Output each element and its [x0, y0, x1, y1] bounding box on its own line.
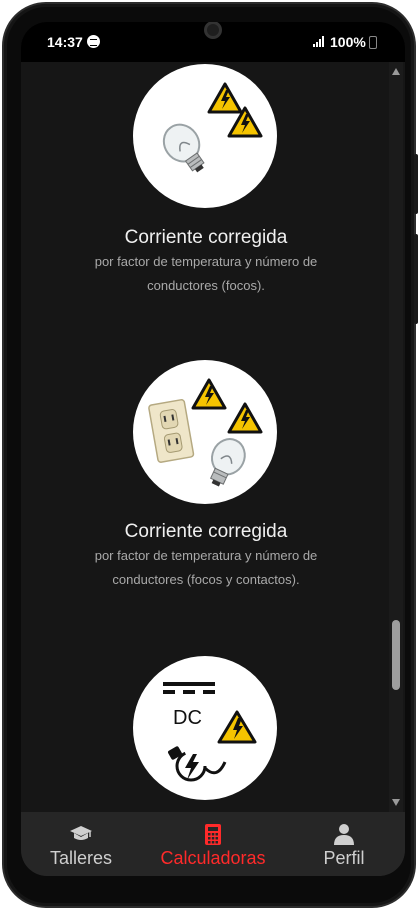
- power-button: [414, 234, 418, 324]
- graduation-cap-icon: [70, 826, 92, 840]
- battery-percent: 100%: [330, 34, 366, 50]
- card-title: Corriente corregida: [124, 227, 288, 248]
- card-corriente-focos[interactable]: Corriente corregida por factor de temper…: [21, 62, 391, 312]
- bottom-tab-bar: Talleres Calculadoras Perfil: [21, 812, 405, 876]
- user-icon: [334, 824, 354, 845]
- dc-power-warning-icon: DC: [163, 682, 257, 782]
- card-title: Corriente corregida: [124, 521, 288, 542]
- calculator-icon: [205, 824, 221, 845]
- dc-label: DC: [173, 707, 202, 729]
- outlet-lightbulb-warning-icon: [148, 378, 263, 487]
- scroll-up-arrow-icon[interactable]: [392, 68, 400, 75]
- scrollbar[interactable]: [389, 62, 403, 812]
- scroll-thumb[interactable]: [392, 620, 400, 690]
- card-image: [133, 360, 277, 504]
- spotify-icon: [87, 35, 100, 48]
- card-corriente-focos-contactos[interactable]: Corriente corregida por factor de temper…: [21, 358, 391, 608]
- signal-icon: [313, 36, 325, 47]
- card-description: por factor de temperatura y número de co…: [94, 548, 318, 587]
- calculator-list[interactable]: Corriente corregida por factor de temper…: [21, 62, 405, 812]
- status-bar: 14:37 100%: [21, 22, 405, 62]
- tab-label: Calculadoras: [160, 848, 266, 868]
- tab-calculadoras[interactable]: Calculadoras: [147, 812, 279, 876]
- tab-label: Talleres: [49, 848, 113, 868]
- battery-icon: [369, 36, 377, 49]
- tab-perfil[interactable]: Perfil: [311, 812, 377, 876]
- screen: 14:37 100% Corriente corregida por facto…: [21, 22, 405, 876]
- card-corriente-dc[interactable]: DC: [21, 654, 391, 812]
- tab-label: Perfil: [323, 848, 365, 868]
- tab-talleres[interactable]: Talleres: [37, 812, 125, 876]
- volume-button: [414, 154, 418, 214]
- phone-frame: 14:37 100% Corriente corregida por facto…: [2, 2, 418, 908]
- front-camera: [204, 22, 222, 39]
- card-image: [133, 64, 277, 208]
- card-image: DC: [133, 656, 277, 800]
- card-description: por factor de temperatura y número de co…: [94, 254, 318, 293]
- status-time: 14:37: [47, 34, 83, 50]
- scroll-down-arrow-icon[interactable]: [392, 799, 400, 806]
- lightbulb-warning-icon: [162, 82, 263, 173]
